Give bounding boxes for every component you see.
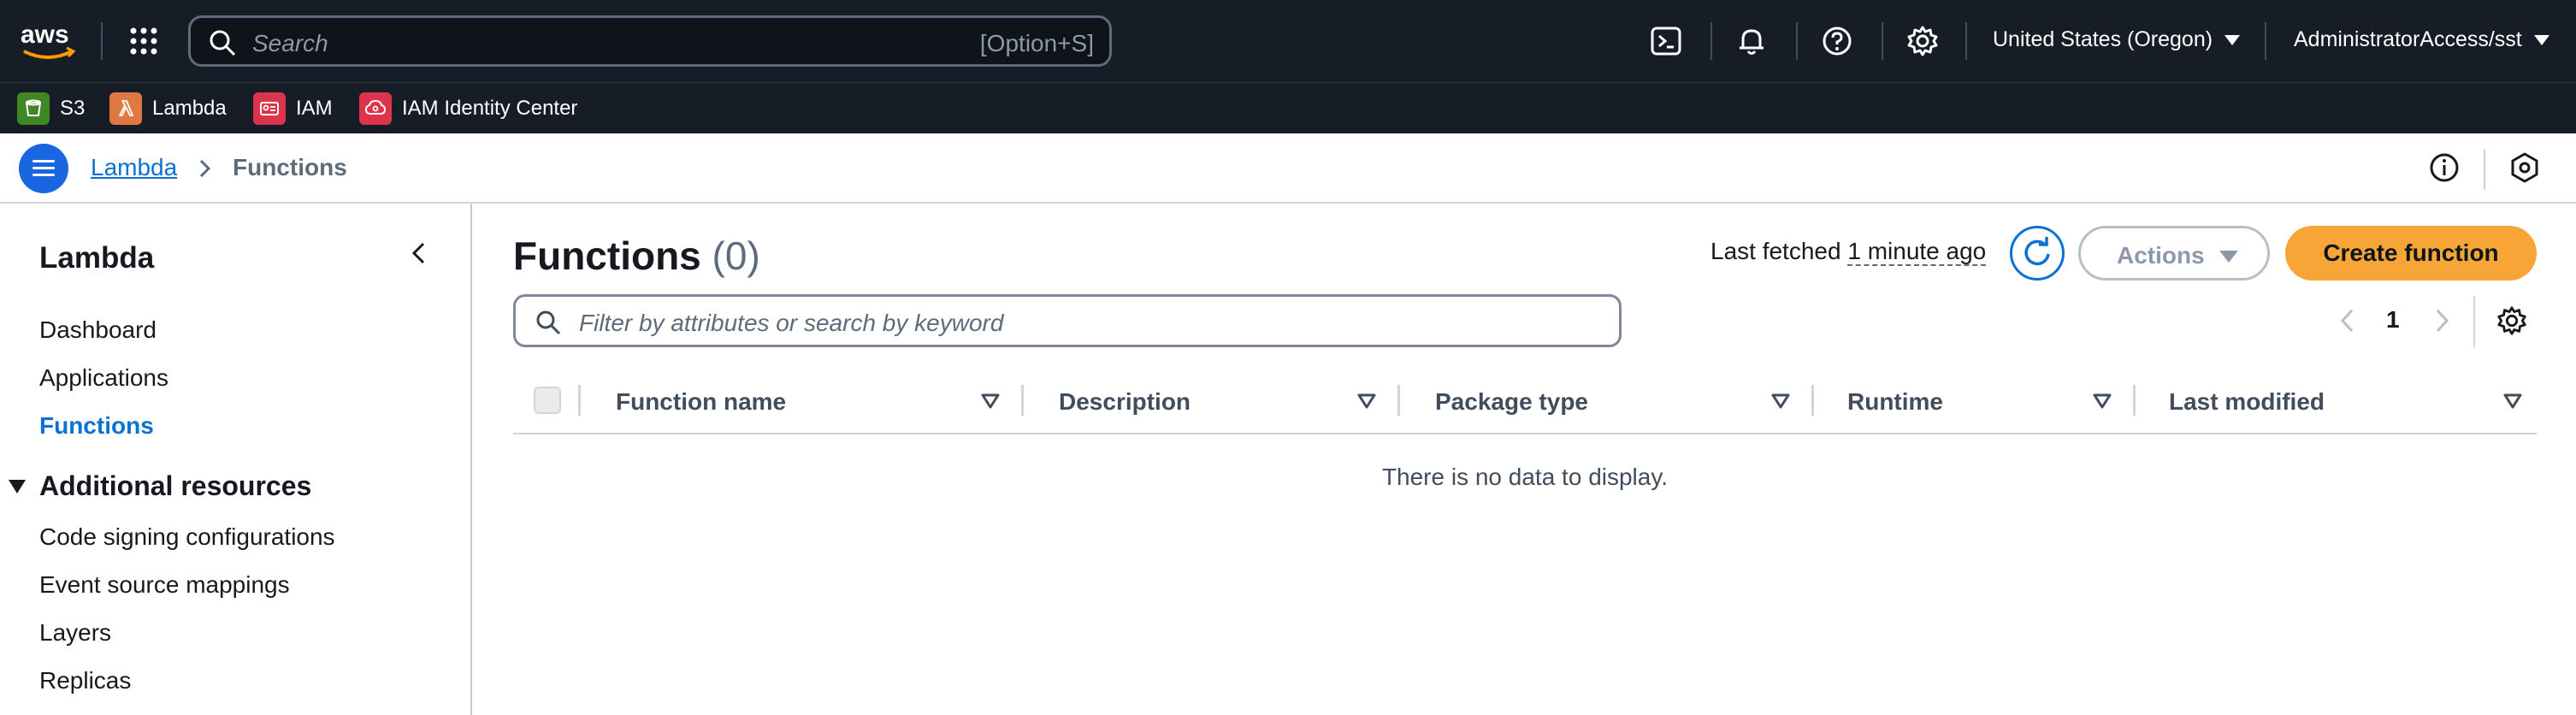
favorite-label: Lambda [152, 97, 227, 120]
last-fetched: Last fetched 1 minute ago [1710, 238, 1987, 266]
pager-divider [2473, 296, 2475, 347]
page-title: Functions (0) [513, 233, 760, 279]
help-icon[interactable] [1820, 24, 1854, 58]
additional-resources-section[interactable]: Additional resources [9, 470, 311, 502]
feedback-icon[interactable] [2508, 151, 2542, 185]
favorite-label: IAM Identity Center [402, 97, 578, 120]
chevron-left-icon[interactable] [405, 239, 433, 267]
function-count: (0) [712, 233, 760, 278]
info-icon[interactable] [2427, 151, 2461, 185]
actions-label: Actions [2117, 242, 2205, 269]
identity-center-service-icon [359, 92, 392, 125]
account-menu[interactable]: AdministratorAccess/sst [2294, 27, 2549, 52]
favorites-bar: S3 Lambda IAM IAM Identity Center [0, 82, 2576, 133]
hamburger-icon [32, 160, 55, 162]
caret-down-icon [2219, 251, 2238, 263]
breadcrumb-divider [2484, 149, 2485, 190]
breadcrumb-lambda-link[interactable]: Lambda [91, 154, 177, 181]
nav-divider [2265, 22, 2266, 60]
iam-service-icon [253, 92, 286, 125]
caret-down-icon [2533, 35, 2549, 46]
nav-divider [1710, 22, 1712, 60]
column-header-last-modified[interactable]: Last modified [2169, 388, 2325, 416]
page-number[interactable]: 1 [2386, 306, 2400, 334]
filter-input[interactable]: Filter by attributes or search by keywor… [513, 294, 1622, 347]
chevron-left-icon[interactable] [2335, 306, 2360, 335]
settings-icon[interactable] [1905, 24, 1940, 58]
top-navigation: aws Search [Option+S] United States (Ore… [0, 0, 2576, 82]
search-placeholder: Search [252, 30, 328, 56]
side-nav-title[interactable]: Lambda [39, 241, 154, 275]
side-nav-layers[interactable]: Layers [39, 619, 111, 647]
filter-placeholder: Filter by attributes or search by keywor… [579, 310, 1004, 336]
side-nav-code-signing[interactable]: Code signing configurations [39, 523, 335, 551]
nav-divider [101, 22, 103, 60]
side-nav-event-source-mappings[interactable]: Event source mappings [39, 571, 290, 599]
column-header-description[interactable]: Description [1059, 388, 1191, 416]
breadcrumb-current: Functions [233, 154, 347, 180]
refresh-icon [2024, 237, 2050, 266]
create-function-button[interactable]: Create function [2285, 226, 2537, 281]
sort-icon[interactable] [980, 392, 1001, 411]
table-header: Function name Description Package type R… [513, 376, 2537, 434]
cloudshell-icon[interactable] [1649, 24, 1683, 58]
page-title-text: Functions [513, 233, 701, 278]
column-divider [578, 385, 581, 416]
column-divider [1021, 385, 1024, 416]
section-title: Additional resources [39, 470, 312, 501]
search-icon [536, 310, 561, 335]
bell-icon[interactable] [1734, 24, 1769, 58]
sort-icon[interactable] [1770, 392, 1791, 411]
side-nav-replicas[interactable]: Replicas [39, 667, 131, 694]
chevron-right-icon[interactable] [2429, 306, 2455, 335]
nav-divider [1796, 22, 1798, 60]
breadcrumb-bar: Lambda Functions [0, 133, 2576, 204]
refresh-button[interactable] [2010, 226, 2065, 281]
column-divider [1811, 385, 1814, 416]
column-divider [2133, 385, 2136, 416]
side-nav-applications[interactable]: Applications [39, 364, 168, 392]
settings-icon[interactable] [2496, 304, 2528, 337]
favorite-s3[interactable]: S3 [17, 90, 85, 127]
search-shortcut: [Option+S] [979, 30, 1094, 56]
nav-divider [1882, 22, 1883, 60]
s3-service-icon [17, 92, 50, 125]
lambda-service-icon [109, 92, 142, 125]
side-nav-functions[interactable]: Functions [39, 412, 154, 440]
search-icon [210, 30, 236, 56]
side-navigation-toggle[interactable] [19, 144, 68, 193]
nav-divider [1965, 22, 1967, 60]
aws-logo[interactable]: aws [19, 17, 79, 65]
sort-icon[interactable] [1356, 392, 1377, 411]
side-nav-dashboard[interactable]: Dashboard [39, 316, 157, 344]
last-fetched-value[interactable]: 1 minute ago [1847, 238, 1987, 266]
sort-icon[interactable] [2502, 392, 2523, 411]
region-selector[interactable]: United States (Oregon) [1993, 27, 2241, 52]
side-navigation: Lambda Dashboard Applications Functions … [0, 204, 472, 715]
column-header-runtime[interactable]: Runtime [1847, 388, 1943, 416]
select-all-checkbox[interactable] [534, 387, 561, 414]
services-grid-icon[interactable] [128, 26, 159, 56]
column-header-package-type[interactable]: Package type [1435, 388, 1588, 416]
caret-down-icon [9, 479, 26, 493]
caret-down-icon [2224, 35, 2241, 46]
actions-dropdown[interactable]: Actions [2078, 226, 2270, 281]
column-header-function-name[interactable]: Function name [616, 388, 786, 416]
empty-table-message: There is no data to display. [1381, 464, 1669, 490]
favorite-iam[interactable]: IAM [253, 90, 333, 127]
svg-text:aws: aws [21, 21, 69, 49]
region-label: United States (Oregon) [1993, 27, 2213, 51]
account-label: AdministratorAccess/sst [2294, 27, 2522, 51]
sort-icon[interactable] [2092, 392, 2112, 411]
last-fetched-label: Last fetched [1710, 238, 1841, 264]
favorite-label: S3 [60, 97, 86, 120]
column-divider [1397, 385, 1400, 416]
global-search-input[interactable]: Search [Option+S] [188, 15, 1112, 67]
chevron-right-icon [199, 159, 211, 178]
favorite-iam-identity-center[interactable]: IAM Identity Center [359, 90, 577, 127]
favorite-lambda[interactable]: Lambda [109, 90, 227, 127]
favorite-label: IAM [296, 97, 333, 120]
